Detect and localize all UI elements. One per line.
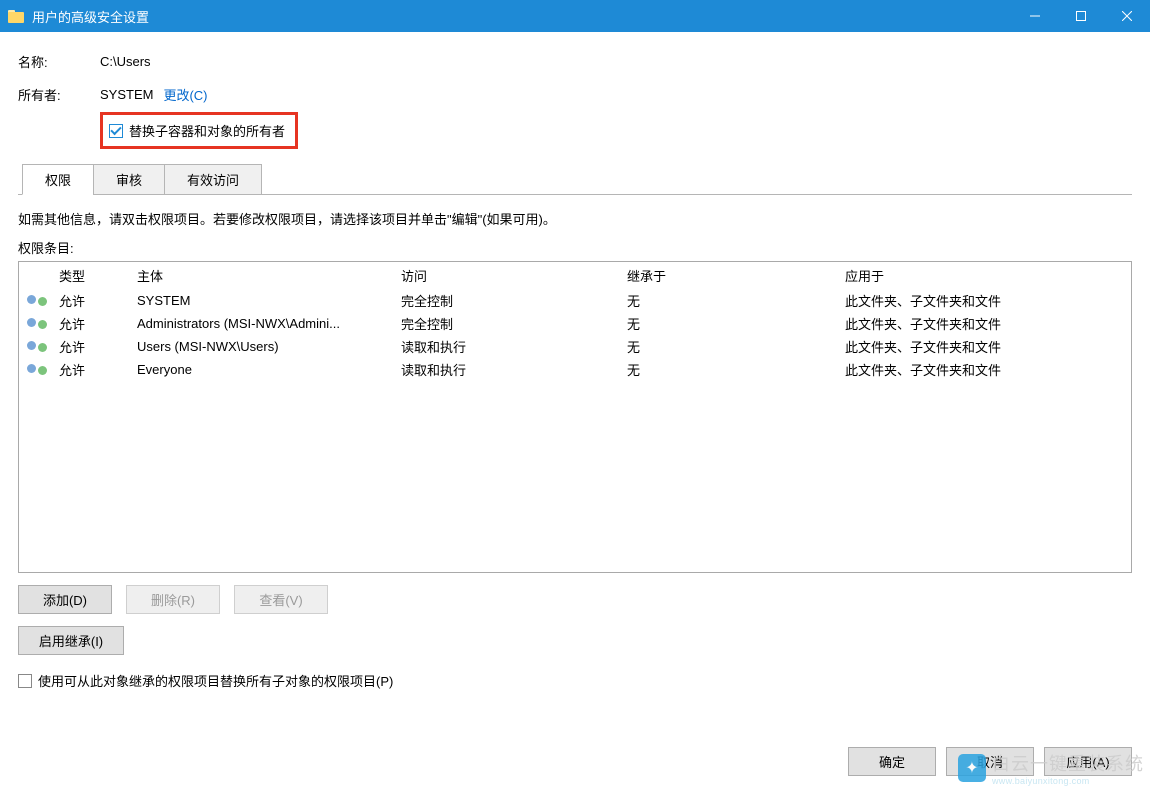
table-row[interactable]: 允许 Users (MSI-NWX\Users) 读取和执行 无 此文件夹、子文… (19, 335, 1131, 358)
entries-header: 类型 主体 访问 继承于 应用于 (19, 262, 1131, 289)
column-principal[interactable]: 主体 (137, 266, 401, 285)
window-title: 用户的高级安全设置 (32, 7, 1012, 26)
instruction-text: 如需其他信息，请双击权限项目。若要修改权限项目，请选择该项目并单击"编辑"(如果… (18, 209, 1132, 228)
add-button[interactable]: 添加(D) (18, 585, 112, 614)
tab-permissions[interactable]: 权限 (22, 164, 94, 195)
enable-inheritance-button[interactable]: 启用继承(I) (18, 626, 124, 655)
view-button[interactable]: 查看(V) (234, 585, 328, 614)
users-icon (27, 362, 47, 378)
title-bar: 用户的高级安全设置 (0, 0, 1150, 32)
maximize-button[interactable] (1058, 0, 1104, 32)
entries-heading: 权限条目: (18, 238, 1132, 257)
cancel-button[interactable]: 取消 (946, 747, 1034, 776)
tab-auditing[interactable]: 审核 (93, 164, 165, 195)
ok-button[interactable]: 确定 (848, 747, 936, 776)
tab-effective-access[interactable]: 有效访问 (164, 164, 262, 195)
minimize-button[interactable] (1012, 0, 1058, 32)
close-button[interactable] (1104, 0, 1150, 32)
tab-strip: 权限 审核 有效访问 (18, 163, 1132, 195)
name-value: C:\Users (100, 54, 151, 69)
replace-owner-highlight: 替换子容器和对象的所有者 (100, 112, 298, 149)
column-type[interactable]: 类型 (59, 266, 137, 285)
apply-button[interactable]: 应用(A) (1044, 747, 1132, 776)
table-row[interactable]: 允许 Everyone 读取和执行 无 此文件夹、子文件夹和文件 (19, 358, 1131, 381)
column-applies[interactable]: 应用于 (845, 266, 1127, 285)
replace-owner-label: 替换子容器和对象的所有者 (129, 121, 285, 140)
users-icon (27, 293, 47, 309)
replace-all-checkbox[interactable] (18, 674, 32, 688)
permission-entries-list[interactable]: 类型 主体 访问 继承于 应用于 允许 SYSTEM 完全控制 无 此文件夹、子… (18, 261, 1132, 573)
table-row[interactable]: 允许 SYSTEM 完全控制 无 此文件夹、子文件夹和文件 (19, 289, 1131, 312)
column-inherited[interactable]: 继承于 (627, 266, 845, 285)
folder-icon (8, 10, 24, 23)
column-access[interactable]: 访问 (401, 266, 627, 285)
owner-value: SYSTEM (100, 87, 153, 102)
change-owner-link[interactable]: 更改(C) (163, 85, 207, 104)
replace-all-label: 使用可从此对象继承的权限项目替换所有子对象的权限项目(P) (38, 671, 393, 690)
table-row[interactable]: 允许 Administrators (MSI-NWX\Admini... 完全控… (19, 312, 1131, 335)
remove-button[interactable]: 删除(R) (126, 585, 220, 614)
owner-label: 所有者: (18, 85, 100, 104)
users-icon (27, 316, 47, 332)
replace-owner-checkbox[interactable] (109, 124, 123, 138)
users-icon (27, 339, 47, 355)
name-label: 名称: (18, 52, 100, 71)
